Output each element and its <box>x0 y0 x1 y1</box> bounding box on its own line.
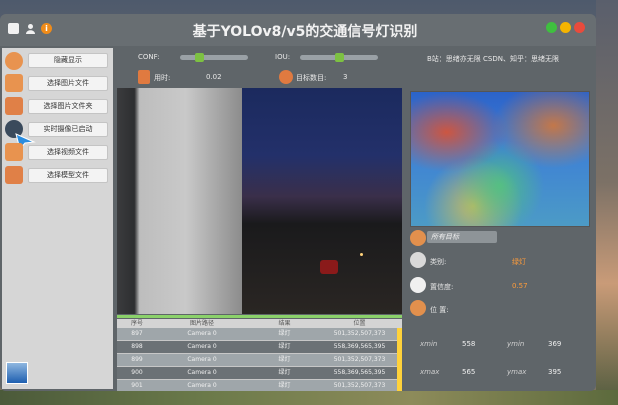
select-model-button[interactable]: 选择模型文件 <box>28 168 108 183</box>
select-video-button[interactable]: 选择视频文件 <box>28 145 108 160</box>
cell-result: 绿灯 <box>278 369 291 376</box>
table-row[interactable]: 901 Camera 0 绿灯 501,352,507,373 <box>117 380 402 391</box>
cell-index: 900 <box>131 369 143 376</box>
position-label: 位 置: <box>430 306 449 314</box>
confidence-value: 0.57 <box>512 282 528 290</box>
header-result: 结果 <box>278 320 291 327</box>
results-table: 序号 图片路径 结果 位置 897 Camera 0 绿灯 501,352,50… <box>117 319 402 391</box>
target-count-icon <box>279 70 293 84</box>
time-label: 用时: <box>154 74 171 82</box>
desktop-background-bottom <box>0 390 618 405</box>
iou-slider[interactable] <box>300 53 378 62</box>
conf-slider-handle[interactable] <box>195 53 204 62</box>
heatmap-image <box>410 91 590 227</box>
cell-result: 绿灯 <box>278 356 291 363</box>
xmax-label: xmax <box>420 368 440 376</box>
cell-path: Camera 0 <box>187 330 217 337</box>
conf-slider[interactable] <box>180 53 248 62</box>
cell-result: 绿灯 <box>278 343 291 350</box>
count-value: 3 <box>343 73 348 81</box>
class-icon <box>410 252 426 268</box>
cell-index: 898 <box>131 343 143 350</box>
image-icon[interactable] <box>5 74 23 92</box>
maximize-button[interactable] <box>546 22 557 33</box>
video-icon[interactable] <box>5 143 23 161</box>
cell-path: Camera 0 <box>187 356 217 363</box>
cell-index: 897 <box>131 330 143 337</box>
header-path: 图片路径 <box>189 320 214 327</box>
menu-icon[interactable] <box>5 52 23 70</box>
title-bar: i 基于YOLOv8/v5的交通信号灯识别 <box>0 14 596 46</box>
app-window: i 基于YOLOv8/v5的交通信号灯识别 隐藏显示 选择图片文件 选择图片文件… <box>0 14 596 391</box>
credit-text: B站：思绪亦无限 CSDN、知乎：思绪无限 <box>427 55 559 63</box>
count-label: 目标数目: <box>296 74 327 82</box>
avatar <box>6 362 28 384</box>
location-icon <box>410 300 426 316</box>
cell-position: 501,352,507,373 <box>333 330 386 337</box>
cell-path: Camera 0 <box>187 343 217 350</box>
iou-slider-handle[interactable] <box>335 53 344 62</box>
cell-path: Camera 0 <box>187 369 217 376</box>
xmin-label: xmin <box>420 340 438 348</box>
cell-path: Camera 0 <box>187 382 217 389</box>
list-icon <box>410 230 426 246</box>
confidence-label: 置信度: <box>430 283 454 291</box>
select-image-button[interactable]: 选择图片文件 <box>28 76 108 91</box>
minimize-button[interactable] <box>560 22 571 33</box>
cell-index: 901 <box>131 382 143 389</box>
folder-icon[interactable] <box>5 97 23 115</box>
table-row[interactable]: 898 Camera 0 绿灯 558,369,565,395 <box>117 341 402 353</box>
camera-frame-right <box>242 88 402 314</box>
table-row[interactable]: 899 Camera 0 绿灯 501,352,507,373 <box>117 354 402 366</box>
xmax-value: 565 <box>462 368 476 376</box>
class-label: 类别: <box>430 258 447 266</box>
cell-position: 558,369,565,395 <box>333 343 386 350</box>
sidebar: 隐藏显示 选择图片文件 选择图片文件夹 实时摄像已启动 选择视频文件 选择模型文… <box>2 48 113 389</box>
table-header: 序号 图片路径 结果 位置 <box>117 319 402 328</box>
camera-frame-left <box>117 88 242 314</box>
time-value: 0.02 <box>206 73 222 81</box>
xmin-value: 558 <box>462 340 476 348</box>
video-progress-bar[interactable] <box>117 315 402 318</box>
cell-position: 501,352,507,373 <box>333 356 386 363</box>
header-index: 序号 <box>130 320 143 327</box>
table-row[interactable]: 897 Camera 0 绿灯 501,352,507,373 <box>117 328 402 340</box>
car-light-dot <box>360 253 363 256</box>
car-taillights <box>320 260 338 274</box>
ymax-value: 395 <box>548 368 562 376</box>
header-position: 位置 <box>353 320 366 327</box>
table-scrollbar[interactable] <box>397 328 402 391</box>
cell-position: 501,352,507,373 <box>333 382 386 389</box>
cell-result: 绿灯 <box>278 330 291 337</box>
ymax-label: ymax <box>507 368 527 376</box>
timer-icon <box>138 70 150 84</box>
ymin-value: 369 <box>548 340 562 348</box>
cell-index: 899 <box>131 356 143 363</box>
class-value: 绿灯 <box>512 258 526 266</box>
conf-label: CONF: <box>138 53 160 61</box>
cell-result: 绿灯 <box>278 382 291 389</box>
info-icon[interactable]: i <box>41 23 52 34</box>
close-button[interactable] <box>574 22 585 33</box>
cell-position: 558,369,565,395 <box>333 369 386 376</box>
user-icon[interactable] <box>25 23 36 34</box>
clipboard-icon[interactable] <box>8 23 19 34</box>
toggle-display-button[interactable]: 隐藏显示 <box>28 53 108 68</box>
target-select[interactable]: 所有目标 <box>427 231 497 243</box>
table-row[interactable]: 900 Camera 0 绿灯 558,369,565,395 <box>117 367 402 379</box>
iou-label: IOU: <box>275 53 291 61</box>
select-folder-button[interactable]: 选择图片文件夹 <box>28 99 108 114</box>
desktop-background <box>596 0 618 405</box>
ymin-label: ymin <box>507 340 525 348</box>
app-title: 基于YOLOv8/v5的交通信号灯识别 <box>192 24 418 40</box>
camera-button[interactable]: 实时摄像已启动 <box>28 122 108 137</box>
model-icon[interactable] <box>5 166 23 184</box>
confidence-icon <box>410 277 426 293</box>
